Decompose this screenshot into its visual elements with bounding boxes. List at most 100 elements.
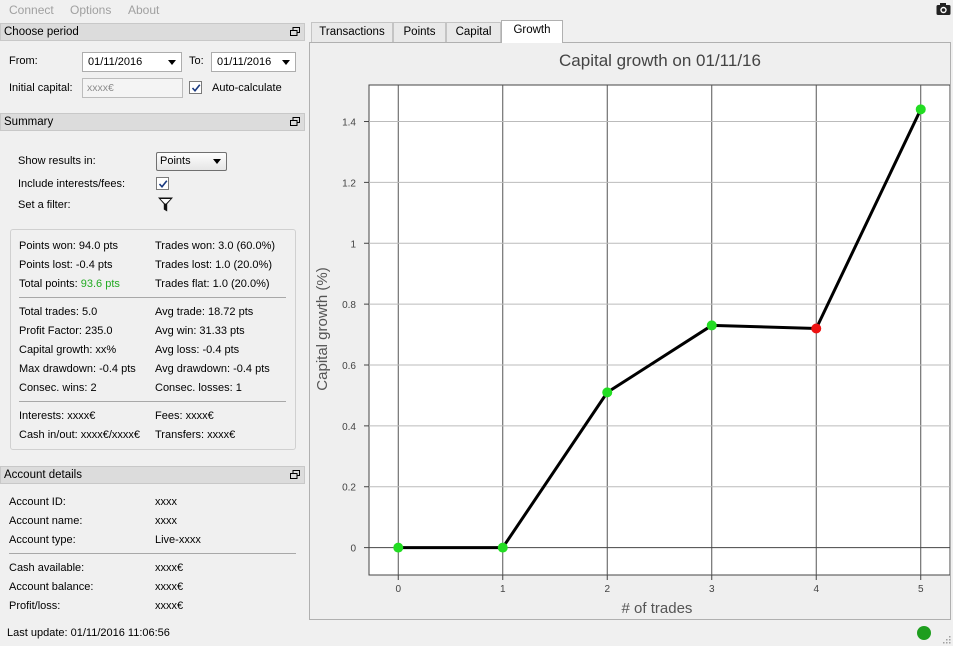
- chevron-down-icon: [213, 159, 221, 164]
- resize-grip-icon[interactable]: [941, 634, 951, 644]
- auto-calculate-label: Auto-calculate: [212, 82, 282, 94]
- menu-bar: Connect Options About: [0, 0, 953, 20]
- to-date-field[interactable]: 01/11/2016: [211, 52, 296, 72]
- period-title: Choose period: [4, 26, 79, 38]
- avg-drawdown: Avg drawdown: -0.4 pts: [155, 363, 270, 375]
- profit-factor: Profit Factor: 235.0: [19, 325, 113, 337]
- total-trades: Total trades: 5.0: [19, 306, 98, 318]
- x-tick-label: 4: [813, 584, 819, 595]
- show-results-value: Points: [160, 155, 191, 167]
- x-tick-label: 3: [709, 584, 715, 595]
- from-date-field[interactable]: 01/11/2016: [82, 52, 182, 72]
- include-fees-label: Include interests/fees:: [18, 178, 126, 190]
- x-tick-label: 1: [500, 584, 506, 595]
- trades-flat: Trades flat: 1.0 (20.0%): [155, 278, 270, 290]
- account-type-value: Live-xxxx: [155, 534, 201, 546]
- account-name-label: Account name:: [9, 515, 83, 527]
- chevron-down-icon: [282, 60, 290, 65]
- growth-chart: Capital growth on 01/11/16 0 1 2 3 4 5 0 0.2 0.…: [310, 43, 951, 619]
- dock-float-icon[interactable]: [290, 470, 300, 479]
- data-point: [497, 542, 508, 553]
- total-points-value: 93.6 pts: [80, 278, 120, 290]
- dock-float-icon[interactable]: [290, 117, 300, 126]
- tab-transactions[interactable]: Transactions: [311, 22, 393, 42]
- divider: [19, 401, 286, 402]
- filter-icon[interactable]: [157, 196, 174, 213]
- data-point: [393, 542, 404, 553]
- data-point: [706, 320, 717, 331]
- summary-dock-title: Summary: [0, 113, 305, 131]
- profit-loss-label: Profit/loss:: [9, 600, 61, 612]
- interests: Interests: xxxx€: [19, 410, 96, 422]
- summary-title: Summary: [4, 116, 54, 128]
- avg-win: Avg win: 31.33 pts: [155, 325, 245, 337]
- account-id-label: Account ID:: [9, 496, 66, 508]
- connection-status-icon: [917, 626, 931, 640]
- include-fees-checkbox[interactable]: [156, 177, 169, 190]
- consec-wins: Consec. wins: 2: [19, 382, 97, 394]
- fees: Fees: xxxx€: [155, 410, 214, 422]
- account-id-value: xxxx: [155, 496, 177, 508]
- data-point: [602, 387, 613, 398]
- y-tick-label: 0.4: [342, 422, 356, 433]
- y-tick-label: 1.2: [342, 178, 356, 189]
- profit-loss-value: xxxx€: [155, 600, 184, 612]
- transfers: Transfers: xxxx€: [155, 429, 236, 441]
- account-balance-value: xxxx€: [155, 581, 184, 593]
- check-icon: [191, 84, 201, 93]
- status-bar: Last update: 01/11/2016 11:06:56: [0, 624, 953, 646]
- x-axis-label: # of trades: [622, 600, 693, 617]
- max-drawdown: Max drawdown: -0.4 pts: [19, 363, 136, 375]
- account-title: Account details: [4, 469, 82, 481]
- menu-connect[interactable]: Connect: [9, 3, 54, 17]
- y-tick-label: 1.4: [342, 118, 356, 129]
- tab-points[interactable]: Points: [393, 22, 446, 42]
- from-label: From:: [9, 55, 38, 67]
- check-icon: [158, 180, 168, 189]
- account-dock-title: Account details: [0, 466, 305, 484]
- trades-won: Trades won: 3.0 (60.0%): [155, 240, 276, 252]
- growth-tab-pane: Capital growth on 01/11/16 0 1 2 3 4 5 0 0.2 0.…: [309, 42, 951, 620]
- tab-growth[interactable]: Growth: [501, 20, 563, 43]
- x-tick-label: 5: [918, 584, 924, 595]
- points-lost: Points lost: -0.4 pts: [19, 259, 113, 271]
- divider: [19, 297, 286, 298]
- x-tick-label: 2: [604, 584, 610, 595]
- total-points-label: Total points:: [19, 278, 78, 290]
- total-points: Total points: 93.6 pts: [19, 278, 120, 290]
- to-label: To:: [189, 55, 204, 67]
- y-tick-label: 0: [350, 544, 356, 555]
- to-date-value: 01/11/2016: [217, 56, 272, 68]
- initial-capital-label: Initial capital:: [9, 82, 73, 94]
- consec-losses: Consec. losses: 1: [155, 382, 242, 394]
- initial-capital-input[interactable]: xxxx€: [82, 78, 183, 98]
- points-won: Points won: 94.0 pts: [19, 240, 119, 252]
- camera-icon[interactable]: [936, 2, 951, 16]
- y-tick-label: 0.2: [342, 483, 356, 494]
- auto-calculate-checkbox[interactable]: [189, 81, 202, 94]
- divider: [9, 553, 296, 554]
- filter-label: Set a filter:: [18, 199, 71, 211]
- y-axis-label: Capital growth (%): [314, 267, 331, 390]
- trades-lost: Trades lost: 1.0 (20.0%): [155, 259, 272, 271]
- show-results-select[interactable]: Points: [156, 152, 227, 171]
- account-type-label: Account type:: [9, 534, 76, 546]
- dock-float-icon[interactable]: [290, 27, 300, 36]
- cash-available-value: xxxx€: [155, 562, 184, 574]
- menu-options[interactable]: Options: [70, 3, 111, 17]
- show-results-label: Show results in:: [18, 155, 96, 167]
- avg-loss: Avg loss: -0.4 pts: [155, 344, 240, 356]
- initial-capital-placeholder: xxxx€: [87, 82, 114, 94]
- y-tick-label: 1: [350, 239, 356, 250]
- tab-capital[interactable]: Capital: [446, 22, 501, 42]
- cash-inout: Cash in/out: xxxx€/xxxx€: [19, 429, 141, 441]
- avg-trade: Avg trade: 18.72 pts: [155, 306, 254, 318]
- data-point: [811, 323, 822, 334]
- menu-about[interactable]: About: [128, 3, 159, 17]
- y-tick-label: 0.6: [342, 361, 356, 372]
- chevron-down-icon: [168, 60, 176, 65]
- account-name-value: xxxx: [155, 515, 177, 527]
- last-update: Last update: 01/11/2016 11:06:56: [7, 627, 170, 639]
- period-dock-title: Choose period: [0, 23, 305, 41]
- cash-available-label: Cash available:: [9, 562, 85, 574]
